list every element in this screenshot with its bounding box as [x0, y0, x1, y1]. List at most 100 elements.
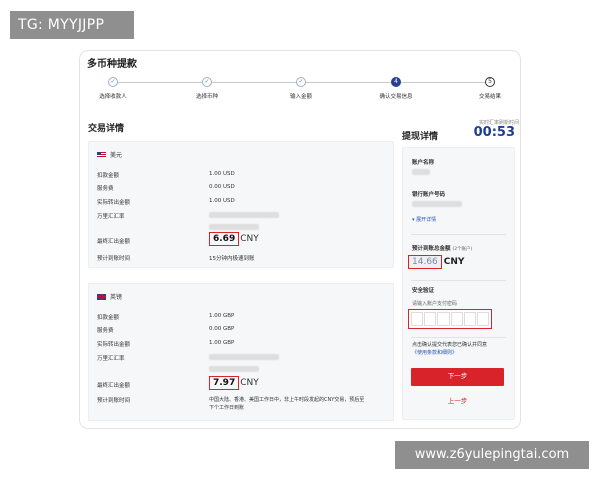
gbp-eta-line-2: 下个工作日到账 — [209, 405, 245, 411]
pin-hint: 请输入账户支付密码 — [412, 301, 458, 307]
agree-text: 点击确认提交代表您已确认并同意 — [412, 342, 488, 348]
gbp-final-amount: 7.97 CNY — [209, 376, 259, 390]
page-title: 多币种提款 — [87, 59, 137, 70]
bank-account-value-redacted — [412, 201, 462, 209]
usd-final-unit: CNY — [240, 234, 259, 244]
usd-sent-label: 实际转出金额 — [97, 200, 131, 206]
withdraw-panel: 账户名称 银行账户号码 ▾ 展开详情 预计到账总金额 (2个账户) 14.66 … — [402, 147, 515, 420]
usd-debit-value: 1.00 USD — [209, 171, 235, 177]
divider-1 — [411, 234, 506, 235]
step-3-check-icon: ✓ — [296, 77, 306, 87]
step-2: ✓ 选择币种 — [167, 75, 247, 100]
stepper: ✓ 选择收款人 ✓ 选择币种 ✓ 输入金额 4 确认交易信息 5 交易结果 — [80, 75, 520, 105]
step-4-number-icon: 4 — [391, 77, 401, 87]
pin-cell-6[interactable] — [476, 312, 490, 326]
pin-cell-2[interactable] — [424, 312, 437, 326]
gbp-row-eta: 预计到账时间 中国大陆、香港、美国工作日中，非上午时段发起的CNY交易，预后至 … — [97, 396, 385, 416]
gbp-currency-label: 英镑 — [110, 294, 123, 301]
divider-3 — [411, 337, 506, 338]
total-label-row: 预计到账总金额 (2个账户) — [412, 244, 472, 252]
usd-rate-label: 万里汇汇率 — [97, 214, 125, 220]
gbp-panel: 英镑 扣款金额 1.00 GBP 服务费 0.00 GBP 实际转出金额 1.0… — [88, 283, 394, 421]
total-amount: 14.66 CNY — [408, 255, 464, 269]
usd-fee-label: 服务费 — [97, 186, 114, 192]
tg-banner: TG: MYYJJPP — [10, 11, 134, 39]
total-amount-unit: CNY — [443, 257, 465, 267]
terms-link[interactable]: 《使用条款和细则》 — [412, 349, 457, 356]
step-3-label: 输入金额 — [289, 94, 312, 100]
usd-eta-label: 预计到账时间 — [97, 256, 131, 262]
gbp-eta-line-1: 中国大陆、香港、美国工作日中，非上午时段发起的CNY交易，预后至 — [209, 397, 365, 403]
next-button[interactable]: 下一步 — [411, 368, 504, 386]
account-name-label: 账户名称 — [412, 160, 435, 166]
us-flag-icon — [97, 151, 106, 158]
gbp-sent-value: 1.00 GBP — [209, 340, 235, 346]
gbp-rate-label: 万里汇汇率 — [97, 356, 125, 362]
usd-row-sent: 实际转出金额 1.00 USD — [97, 198, 385, 208]
withdraw-title: 提现详情 — [402, 132, 439, 142]
watermark: www.z6yulepingtai.com — [395, 441, 589, 469]
gbp-redacted-value — [209, 366, 259, 374]
account-name-value-redacted — [412, 169, 430, 177]
usd-row-debit: 扣款金额 1.00 USD — [97, 171, 385, 181]
usd-row-final: 最终汇出金额 6.69 CNY — [97, 232, 385, 254]
usd-rate-value-redacted — [209, 212, 279, 220]
usd-final-label: 最终汇出金额 — [97, 239, 131, 245]
step-2-label: 选择币种 — [195, 94, 218, 100]
gbp-eta-label: 预计到账时间 — [97, 398, 131, 404]
details-title: 交易详情 — [88, 124, 125, 134]
gbp-final-label: 最终汇出金额 — [97, 383, 131, 389]
gbp-fee-value: 0.00 GBP — [209, 326, 235, 332]
pin-input[interactable] — [408, 309, 492, 329]
gbp-debit-value: 1.00 GBP — [209, 313, 235, 319]
usd-debit-label: 扣款金额 — [97, 173, 120, 179]
step-2-check-icon: ✓ — [202, 77, 212, 87]
prev-button[interactable]: 上一步 — [411, 395, 504, 407]
gbp-row-rate: 万里汇汇率 — [97, 354, 385, 364]
step-1-check-icon: ✓ — [108, 77, 118, 87]
step-4-label: 确认交易信息 — [379, 94, 413, 100]
usd-row-fee: 服务费 0.00 USD — [97, 184, 385, 194]
total-label: 预计到账总金额 — [412, 246, 451, 252]
gbp-row-fee: 服务费 0.00 GBP — [97, 326, 385, 336]
uk-flag-icon — [97, 293, 106, 300]
gbp-header: 英镑 — [97, 292, 122, 301]
withdraw-card: 多币种提款 ✓ 选择收款人 ✓ 选择币种 ✓ 输入金额 4 确认交易信息 5 交… — [79, 50, 521, 429]
usd-row-eta: 预计到账时间 15分钟内极速到账 — [97, 254, 385, 264]
gbp-debit-label: 扣款金额 — [97, 315, 120, 321]
usd-sent-value: 1.00 USD — [209, 198, 235, 204]
step-1: ✓ 选择收款人 — [80, 75, 153, 100]
pin-cell-5[interactable] — [463, 312, 476, 326]
step-1-label: 选择收款人 — [99, 94, 127, 100]
expand-details-link[interactable]: ▾ 展开详情 — [412, 216, 436, 223]
usd-eta-value: 15分钟内极速到账 — [209, 256, 255, 262]
usd-final-amount: 6.69 CNY — [209, 232, 259, 246]
usd-redacted-value — [209, 224, 259, 232]
total-hint: (2个账户) — [452, 247, 473, 252]
usd-row-rate: 万里汇汇率 — [97, 212, 385, 222]
gbp-fee-label: 服务费 — [97, 328, 114, 334]
gbp-rate-value-redacted — [209, 354, 279, 362]
divider-2 — [411, 280, 506, 281]
bank-account-label: 银行账户号码 — [412, 192, 446, 198]
pin-cell-1[interactable] — [411, 312, 424, 326]
gbp-final-number: 7.97 — [209, 376, 240, 390]
pin-cell-4[interactable] — [450, 312, 463, 326]
gbp-sent-label: 实际转出金额 — [97, 342, 131, 348]
gbp-row-debit: 扣款金额 1.00 GBP — [97, 313, 385, 323]
countdown-timer: 00:53 — [473, 125, 515, 140]
total-amount-number: 14.66 — [408, 255, 442, 269]
step-3: ✓ 输入金额 — [261, 75, 341, 100]
step-4: 4 确认交易信息 — [356, 75, 436, 100]
usd-currency-label: 美元 — [110, 152, 123, 159]
gbp-final-unit: CNY — [240, 378, 259, 388]
gbp-row-sent: 实际转出金额 1.00 GBP — [97, 340, 385, 350]
step-5: 5 交易结果 — [450, 75, 520, 100]
gbp-row-redacted — [97, 366, 385, 376]
pin-cell-3[interactable] — [437, 312, 450, 326]
security-label: 安全验证 — [412, 288, 435, 294]
usd-panel: 美元 扣款金额 1.00 USD 服务费 0.00 USD 实际转出金额 1.0… — [88, 141, 394, 268]
usd-final-number: 6.69 — [209, 232, 240, 246]
usd-fee-value: 0.00 USD — [209, 184, 235, 190]
step-5-number-icon: 5 — [485, 77, 495, 87]
